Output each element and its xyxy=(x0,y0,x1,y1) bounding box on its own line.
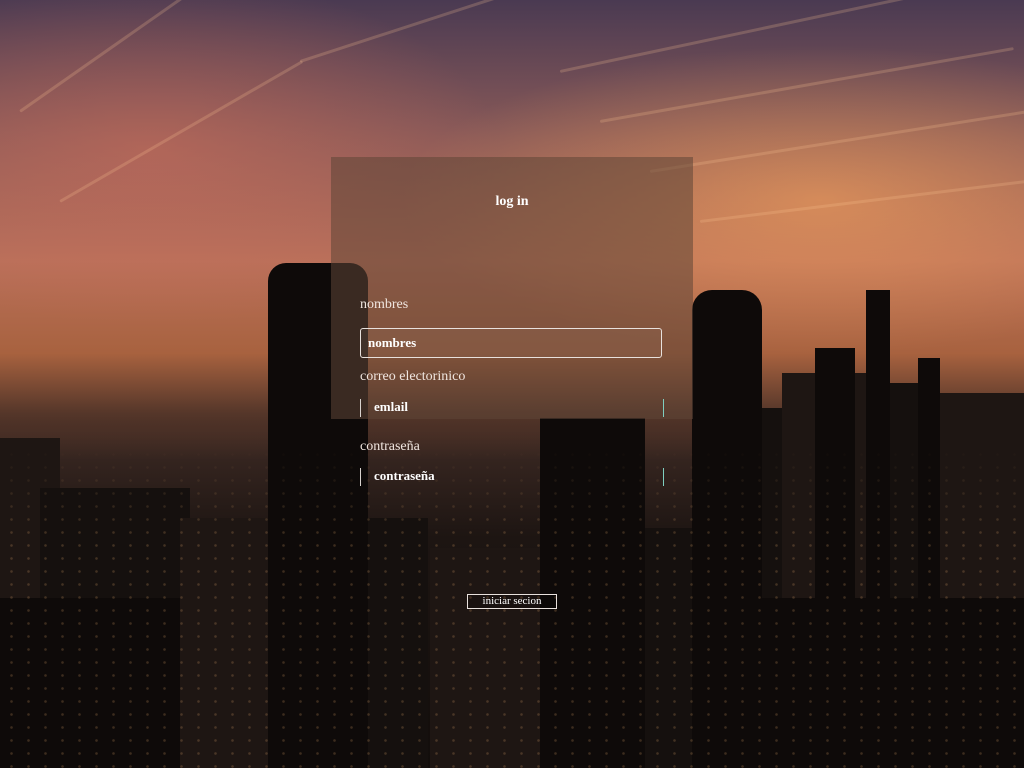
password-input[interactable]: contraseña xyxy=(360,468,664,486)
login-title: log in xyxy=(495,194,529,209)
login-button[interactable]: iniciar secion xyxy=(467,594,557,609)
login-page: log in nombres nombres correo electorini… xyxy=(0,0,1024,768)
email-input[interactable]: emlail xyxy=(360,399,664,417)
name-input[interactable]: nombres xyxy=(360,328,662,358)
email-label: correo electorinico xyxy=(360,369,466,384)
name-label: nombres xyxy=(360,297,409,312)
password-label: contraseña xyxy=(360,439,420,454)
